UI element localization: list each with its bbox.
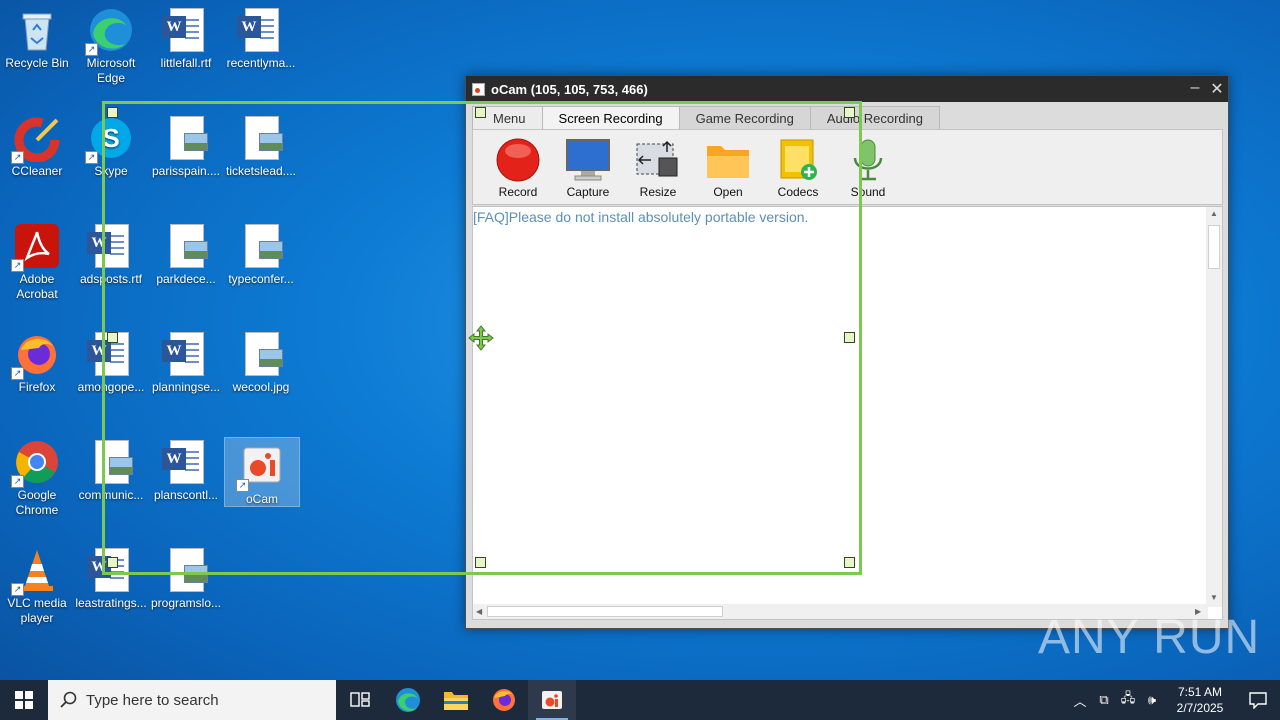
- recycle-bin-icon: [13, 6, 61, 54]
- vlc-cone-icon: ↗: [11, 546, 61, 596]
- word-document-icon: W: [237, 6, 285, 54]
- taskbar-file-explorer[interactable]: [432, 680, 480, 720]
- region-handle-mid-left[interactable]: [107, 332, 118, 343]
- desktop-icon-label: recentlyma...: [226, 56, 296, 70]
- shortcut-arrow-icon: ↗: [85, 151, 98, 164]
- device-icon[interactable]: ⧉: [1092, 692, 1116, 708]
- desktop-icon-label: programslo...: [150, 596, 222, 610]
- clock-time: 7:51 AM: [1177, 685, 1223, 699]
- desktop-icon-ccleaner[interactable]: ↗ CCleaner: [0, 108, 74, 179]
- desktop-icon-littlefall[interactable]: W littlefall.rtf: [149, 0, 223, 71]
- ocam-app-icon: [472, 82, 485, 96]
- move-region-icon[interactable]: [468, 325, 494, 351]
- region-handle-bottom-center[interactable]: [475, 557, 486, 568]
- shortcut-arrow-icon: ↗: [11, 367, 24, 380]
- chrome-icon: ↗: [11, 438, 61, 488]
- close-button[interactable]: ✕: [1206, 79, 1228, 99]
- desktop-icon-label: Firefox: [18, 380, 56, 394]
- ocam-icon: [542, 691, 562, 709]
- task-view-button[interactable]: [336, 680, 384, 720]
- desktop-icon-label: leastratings...: [75, 596, 147, 610]
- desktop-icon-label: Microsoft Edge: [86, 56, 136, 85]
- task-view-icon: [350, 692, 370, 707]
- taskbar-edge[interactable]: [384, 680, 432, 720]
- clock[interactable]: 7:51 AM 2/7/2025: [1164, 684, 1236, 716]
- desktop-icon-label: littlefall.rtf: [160, 56, 212, 70]
- desktop-icon-label: VLC media player: [7, 596, 67, 625]
- volume-icon[interactable]: 🕪: [1140, 692, 1164, 708]
- notification-center-button[interactable]: [1236, 691, 1280, 709]
- vertical-scrollbar[interactable]: ▲ ▼: [1206, 207, 1222, 607]
- desktop-icon-google-chrome[interactable]: ↗ Google Chrome: [0, 432, 74, 518]
- word-document-icon: W: [162, 6, 210, 54]
- taskbar: Type here to search ︿ ⧉ 🖧 🕪 7:51 AM 2/7/…: [0, 680, 1280, 720]
- region-handle-bottom-right[interactable]: [844, 557, 855, 568]
- region-handle-top-left[interactable]: [107, 107, 118, 118]
- region-handle-mid-right[interactable]: [844, 332, 855, 343]
- desktop-icon-recentlyma[interactable]: W recentlyma...: [224, 0, 298, 71]
- shortcut-arrow-icon: ↗: [11, 475, 24, 488]
- taskbar-ocam[interactable]: [528, 680, 576, 720]
- shortcut-arrow-icon: ↗: [11, 259, 24, 272]
- ocam-titlebar[interactable]: oCam (105, 105, 753, 466) – ✕: [466, 76, 1228, 102]
- search-placeholder: Type here to search: [86, 691, 219, 709]
- shortcut-arrow-icon: ↗: [11, 151, 24, 164]
- chevron-up-icon[interactable]: ︿: [1068, 691, 1092, 710]
- desktop-icon-label: Recycle Bin: [5, 56, 69, 70]
- desktop-icon-adobe-acrobat[interactable]: ↗ Adobe Acrobat: [0, 216, 74, 302]
- adobe-acrobat-icon: ↗: [11, 222, 61, 272]
- minimize-button[interactable]: –: [1184, 79, 1206, 99]
- taskbar-firefox[interactable]: [480, 680, 528, 720]
- shortcut-arrow-icon: ↗: [85, 43, 98, 56]
- clock-date: 2/7/2025: [1176, 701, 1224, 715]
- search-icon: [60, 691, 77, 708]
- scroll-left-icon[interactable]: ◀: [476, 607, 482, 616]
- edge-icon: ↗: [85, 6, 135, 56]
- system-tray: ︿ ⧉ 🖧 🕪 7:51 AM 2/7/2025: [1068, 684, 1280, 716]
- desktop-icon-firefox[interactable]: ↗ Firefox: [0, 324, 74, 395]
- windows-logo-icon: [15, 691, 33, 709]
- scroll-down-icon[interactable]: ▼: [1210, 593, 1218, 602]
- region-handle-top-right[interactable]: [844, 107, 855, 118]
- ccleaner-icon: ↗: [11, 114, 61, 164]
- taskbar-search-box[interactable]: Type here to search: [48, 680, 336, 720]
- start-button[interactable]: [0, 680, 48, 720]
- network-icon[interactable]: 🖧: [1116, 689, 1140, 711]
- firefox-icon: [493, 689, 515, 711]
- horizontal-scroll-thumb[interactable]: [487, 606, 723, 617]
- anyrun-watermark: ANY RUN: [1038, 611, 1261, 664]
- region-handle-bottom-left[interactable]: [107, 557, 118, 568]
- folder-icon: [444, 692, 468, 710]
- firefox-icon: ↗: [11, 330, 61, 380]
- edge-icon: [396, 688, 420, 712]
- desktop-icon-label: Google Chrome: [15, 488, 59, 517]
- desktop-icon-microsoft-edge[interactable]: ↗ Microsoft Edge: [74, 0, 148, 86]
- desktop-icon-vlc[interactable]: ↗ VLC media player: [0, 540, 74, 626]
- notification-icon: [1249, 692, 1267, 709]
- vertical-scroll-thumb[interactable]: [1208, 225, 1220, 269]
- desktop-icon-label: CCleaner: [11, 164, 63, 178]
- region-handle-top-center[interactable]: [475, 107, 486, 118]
- scroll-up-icon[interactable]: ▲: [1210, 209, 1218, 218]
- desktop-icon-label: Adobe Acrobat: [16, 272, 58, 301]
- shortcut-arrow-icon: ↗: [11, 583, 24, 596]
- desktop-icon-recycle-bin[interactable]: Recycle Bin: [0, 0, 74, 80]
- window-title: oCam (105, 105, 753, 466): [491, 81, 648, 97]
